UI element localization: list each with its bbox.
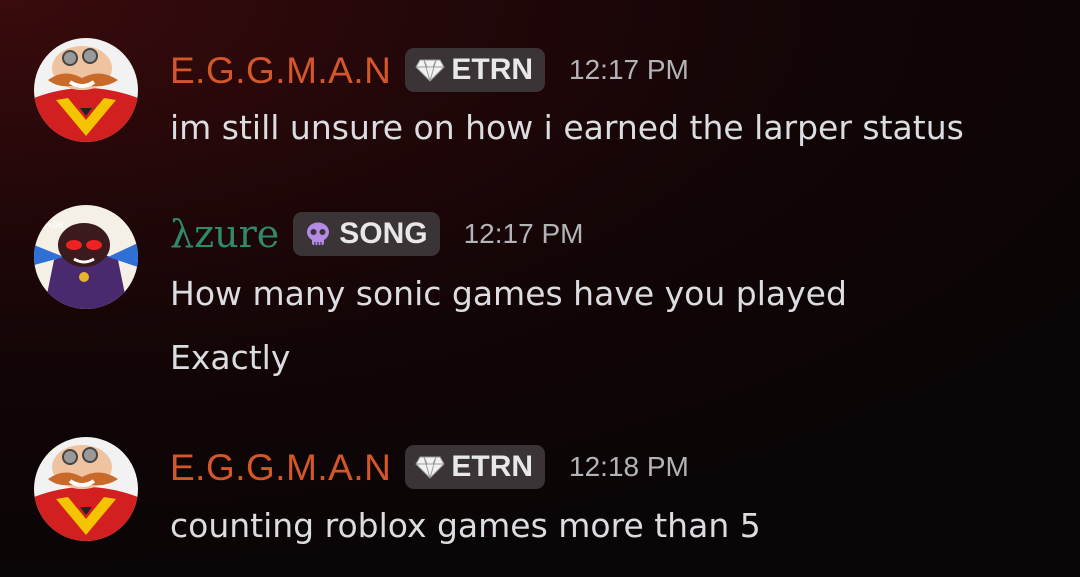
role-tag[interactable]: ETRN bbox=[405, 445, 546, 489]
tag-label: SONG bbox=[339, 217, 428, 250]
message-text: Exactly bbox=[170, 338, 291, 377]
message-header: E.G.G.M.A.N ETRN 12:17 PM bbox=[170, 48, 689, 92]
username[interactable]: λzure bbox=[170, 215, 279, 253]
message-text: im still unsure on how i earned the larp… bbox=[170, 108, 964, 147]
username[interactable]: E.G.G.M.A.N bbox=[170, 52, 391, 89]
message-text: counting roblox games more than 5 bbox=[170, 506, 761, 545]
eggman-avatar[interactable] bbox=[34, 38, 138, 142]
username[interactable]: E.G.G.M.A.N bbox=[170, 449, 391, 486]
timestamp: 12:18 PM bbox=[569, 451, 689, 482]
azure-avatar[interactable]: NXDR bbox=[34, 205, 138, 309]
diamond-icon bbox=[415, 59, 445, 82]
role-tag[interactable]: SONG bbox=[293, 212, 440, 256]
message-header: λzure SONG 12:17 PM bbox=[170, 212, 583, 256]
skull-icon bbox=[307, 222, 330, 245]
timestamp: 12:17 PM bbox=[463, 218, 584, 249]
timestamp: 12:17 PM bbox=[569, 54, 689, 85]
avatar-corner-text: NXDR bbox=[42, 221, 64, 231]
tag-label: ETRN bbox=[451, 53, 534, 86]
message-header: E.G.G.M.A.N ETRN 12:18 PM bbox=[170, 445, 689, 489]
diamond-icon bbox=[415, 456, 445, 479]
tag-label: ETRN bbox=[451, 450, 534, 483]
role-tag[interactable]: ETRN bbox=[405, 48, 546, 92]
message-text: How many sonic games have you played bbox=[170, 274, 847, 313]
eggman-avatar[interactable] bbox=[34, 437, 138, 541]
